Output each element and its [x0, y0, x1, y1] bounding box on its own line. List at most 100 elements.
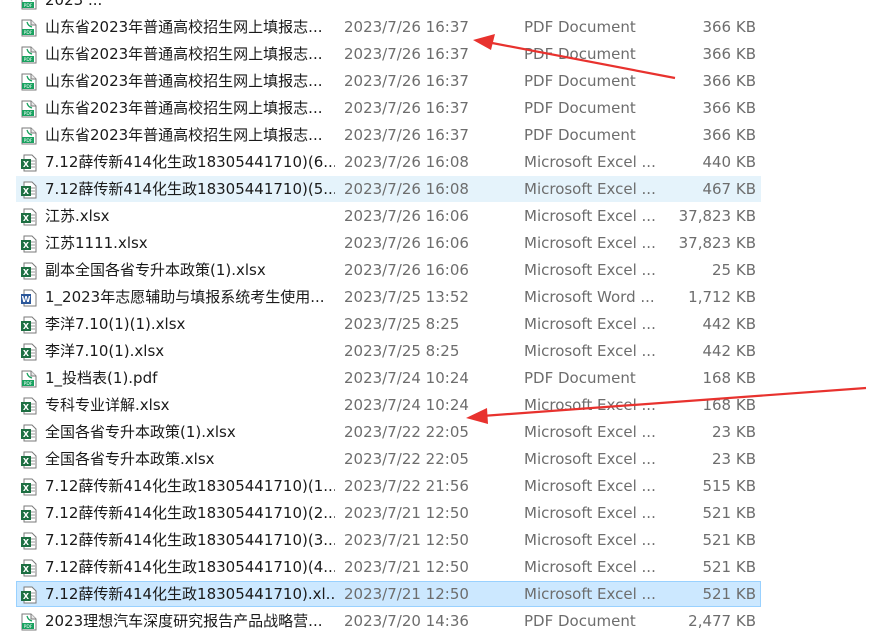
file-name: 7.12薛传新414化生政18305441710)(5... [45, 180, 335, 198]
file-name: 山东省2023年普通高校招生网上填报志... [45, 45, 323, 63]
file-row[interactable]: X 全国各省专升本政策(1).xlsx 2023/7/22 22:05 Microso… [16, 419, 761, 445]
excel-icon: X [21, 559, 37, 577]
file-row[interactable]: X 7.12薛传新414化生政18305441710)(4... 2023/7/21… [16, 554, 761, 580]
svg-text:X: X [23, 187, 30, 196]
file-name: 1_2023年志愿辅助与填报系统考生使用... [45, 288, 325, 306]
file-size: 521 KB [702, 585, 756, 603]
file-row[interactable]: X 李洋7.10(1).xlsx 2023/7/25 8:25 Microsoft E… [16, 338, 761, 364]
svg-text:X: X [23, 214, 30, 223]
file-name: 李洋7.10(1)(1).xlsx [45, 315, 186, 333]
file-date: 2023/7/26 16:37 [344, 99, 469, 117]
file-type: Microsoft Excel ... [524, 342, 656, 360]
svg-text:PDF: PDF [24, 30, 33, 36]
file-date: 2023/7/25 8:25 [344, 342, 460, 360]
file-date: 2023/7/25 8:25 [344, 315, 460, 333]
svg-text:PDF: PDF [24, 3, 33, 9]
file-size: 37,823 KB [678, 207, 756, 225]
file-name: 7.12薛传新414化生政18305441710).xl... [45, 585, 335, 603]
svg-text:X: X [23, 457, 30, 466]
file-date: 2023/7/26 16:06 [344, 207, 469, 225]
file-size: 23 KB [712, 450, 756, 468]
file-name: 全国各省专升本政策(1).xlsx [45, 423, 236, 441]
file-row[interactable]: X 7.12薛传新414化生政18305441710).xl... 2023/7/2… [16, 581, 761, 607]
file-name: 2023理想汽车深度研究报告产品战略营... [45, 612, 323, 630]
svg-text:X: X [23, 241, 30, 250]
file-size: 440 KB [702, 153, 756, 171]
file-size: 442 KB [702, 315, 756, 333]
file-date: 2023/7/22 22:05 [344, 450, 469, 468]
file-row[interactable]: X 7.12薛传新414化生政18305441710)(3... 2023/7/21… [16, 527, 761, 553]
file-size: 366 KB [702, 72, 756, 90]
file-type: Microsoft Excel ... [524, 450, 656, 468]
excel-icon: X [21, 478, 37, 496]
excel-icon: X [21, 397, 37, 415]
file-type: PDF Document [524, 369, 636, 387]
file-type: Microsoft Word ... [524, 288, 655, 306]
file-row[interactable]: PDF 山东省2023年普通高校招生网上填报志... 2023/7/26 16:37… [16, 95, 761, 121]
file-name: 江苏1111.xlsx [45, 234, 148, 252]
file-size: 366 KB [702, 126, 756, 144]
file-date: 2023/7/26 16:37 [344, 72, 469, 90]
file-date: 2023/7/21 12:50 [344, 504, 469, 522]
file-date: 2023/7/22 22:05 [344, 423, 469, 441]
pdf-icon: PDF [21, 46, 37, 64]
excel-icon: X [21, 505, 37, 523]
file-size: 366 KB [702, 18, 756, 36]
file-row[interactable]: X 李洋7.10(1)(1).xlsx 2023/7/25 8:25 Microsof… [16, 311, 761, 337]
file-row[interactable]: X 专科专业详解.xlsx 2023/7/24 10:24 Microsoft Exc… [16, 392, 761, 418]
file-row[interactable]: PDF 山东省2023年普通高校招生网上填报志... 2023/7/26 16:37… [16, 122, 761, 148]
file-type: Microsoft Excel ... [524, 396, 656, 414]
file-row[interactable]: X 副本全国各省专升本政策(1).xlsx 2023/7/26 16:06 Micro… [16, 257, 761, 283]
excel-icon: X [21, 154, 37, 172]
pdf-icon: PDF [21, 370, 37, 388]
file-name: 2023 ... [45, 0, 103, 9]
file-size: 515 KB [702, 477, 756, 495]
file-date: 2023/7/26 16:08 [344, 153, 469, 171]
file-type: Microsoft Excel ... [524, 153, 656, 171]
svg-text:PDF: PDF [24, 111, 33, 117]
file-row[interactable]: X 江苏1111.xlsx 2023/7/26 16:06 Microsoft Exc… [16, 230, 761, 256]
file-row[interactable]: PDF 山东省2023年普通高校招生网上填报志... 2023/7/26 16:37… [16, 41, 761, 67]
file-type: Microsoft Excel ... [524, 234, 656, 252]
file-date: 2023/7/21 12:50 [344, 558, 469, 576]
file-row[interactable]: X 7.12薛传新414化生政18305441710)(1... 2023/7/22… [16, 473, 761, 499]
svg-text:X: X [23, 349, 30, 358]
file-date: 2023/7/26 16:37 [344, 45, 469, 63]
file-type: PDF Document [524, 612, 636, 630]
file-name: 7.12薛传新414化生政18305441710)(6... [45, 153, 335, 171]
file-row[interactable]: PDF 2023 ... [16, 0, 761, 13]
file-row[interactable]: X 全国各省专升本政策.xlsx 2023/7/22 22:05 Microsoft … [16, 446, 761, 472]
excel-icon: X [21, 262, 37, 280]
file-row[interactable]: PDF 2023理想汽车深度研究报告产品战略营... 2023/7/20 14:36… [16, 608, 761, 634]
file-type: Microsoft Excel ... [524, 531, 656, 549]
file-type: Microsoft Excel ... [524, 315, 656, 333]
svg-text:PDF: PDF [24, 381, 33, 387]
file-size: 442 KB [702, 342, 756, 360]
file-date: 2023/7/26 16:37 [344, 126, 469, 144]
file-row[interactable]: PDF 1_投档表(1).pdf 2023/7/24 10:24 PDF Docume… [16, 365, 761, 391]
file-row[interactable]: X 江苏.xlsx 2023/7/26 16:06 Microsoft Excel .… [16, 203, 761, 229]
file-row[interactable]: PDF 山东省2023年普通高校招生网上填报志... 2023/7/26 16:37… [16, 14, 761, 40]
svg-text:X: X [23, 160, 30, 169]
pdf-icon: PDF [21, 100, 37, 118]
excel-icon: X [21, 316, 37, 334]
file-row[interactable]: X 7.12薛传新414化生政18305441710)(2... 2023/7/21… [16, 500, 761, 526]
file-row[interactable]: W 1_2023年志愿辅助与填报系统考生使用... 2023/7/25 13:52 M… [16, 284, 761, 310]
file-size: 467 KB [702, 180, 756, 198]
file-date: 2023/7/20 14:36 [344, 612, 469, 630]
svg-text:W: W [22, 295, 31, 304]
file-row[interactable]: X 7.12薛传新414化生政18305441710)(5... 2023/7/26… [16, 176, 761, 202]
file-type: PDF Document [524, 72, 636, 90]
file-size: 25 KB [712, 261, 756, 279]
file-size: 37,823 KB [678, 234, 756, 252]
file-type: Microsoft Excel ... [524, 180, 656, 198]
excel-icon: X [21, 451, 37, 469]
svg-text:PDF: PDF [24, 57, 33, 63]
file-date: 2023/7/26 16:06 [344, 234, 469, 252]
file-name: 山东省2023年普通高校招生网上填报志... [45, 126, 323, 144]
svg-text:X: X [23, 484, 30, 493]
file-row[interactable]: X 7.12薛传新414化生政18305441710)(6... 2023/7/26… [16, 149, 761, 175]
file-size: 1,712 KB [688, 288, 756, 306]
file-name: 全国各省专升本政策.xlsx [45, 450, 215, 468]
file-row[interactable]: PDF 山东省2023年普通高校招生网上填报志... 2023/7/26 16:37… [16, 68, 761, 94]
